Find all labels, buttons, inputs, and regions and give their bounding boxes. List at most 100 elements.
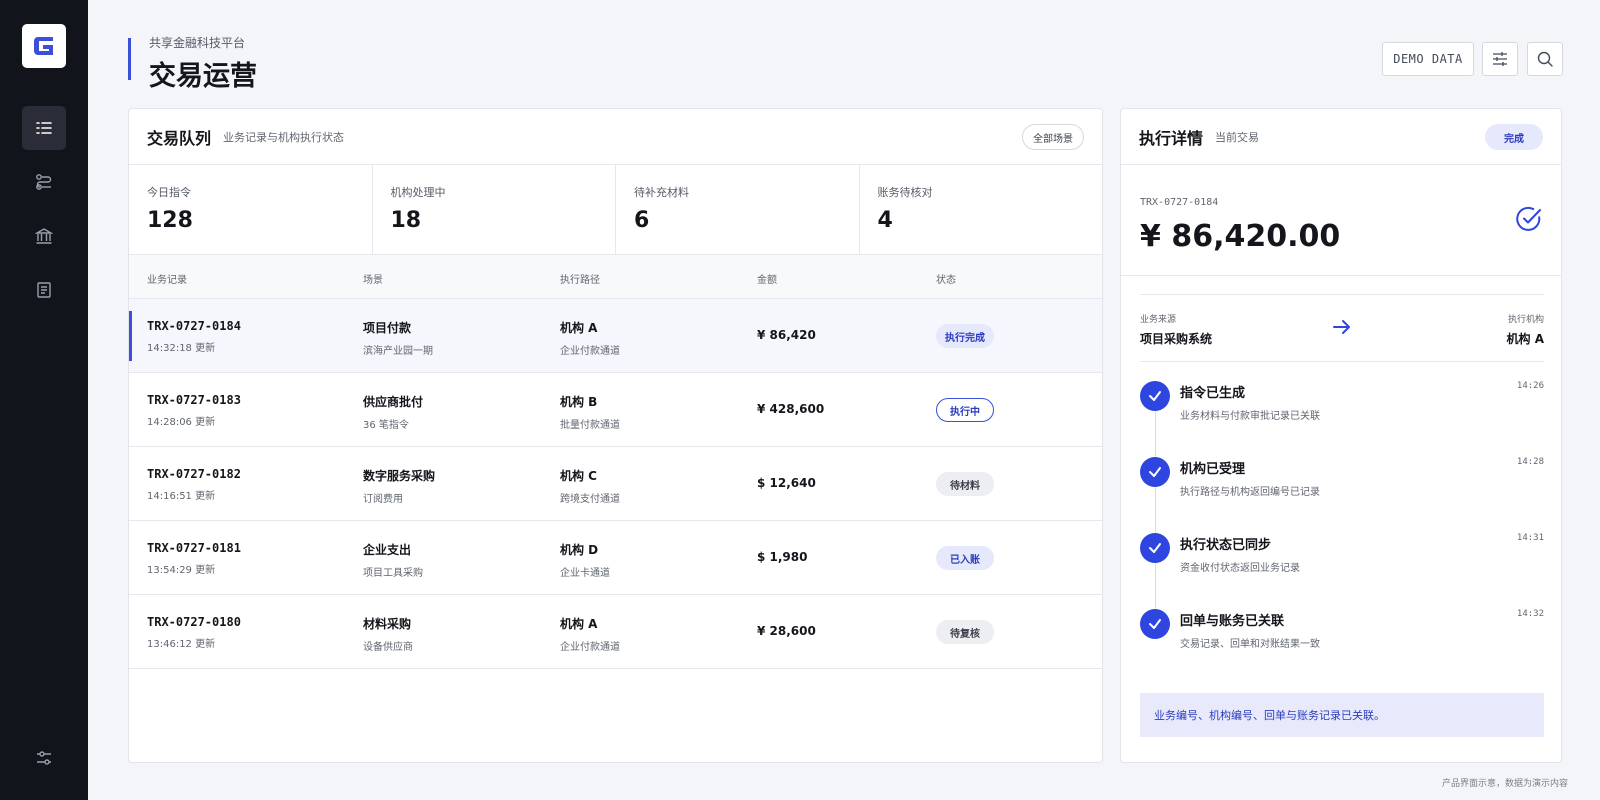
nav-flow[interactable] <box>22 160 66 204</box>
amount: ¥ 28,600 <box>757 624 816 638</box>
column-header-amount[interactable]: 金额 <box>757 271 777 286</box>
step-time: 14:31 <box>1516 533 1544 543</box>
table-row[interactable]: TRX-0727-0182 14:16:51 更新 数字服务采购 订阅费用 机构 C 跨境… <box>129 447 1102 521</box>
detail-subtitle: 当前交易 <box>1215 130 1260 144</box>
amount: $ 1,980 <box>757 550 808 564</box>
stat-processing: 机构处理中 18 <box>373 165 616 254</box>
table-row[interactable]: TRX-0727-0183 14:28:06 更新 供应商批付 36 笔指令 机构 B 批… <box>129 373 1102 447</box>
step-time: 14:26 <box>1516 381 1544 391</box>
status-badge: 待材料 <box>936 472 994 496</box>
list-icon <box>36 122 52 134</box>
queue-subtitle: 业务记录与机构执行状态 <box>223 130 345 144</box>
stat-value: 4 <box>877 208 893 233</box>
detail-title: 执行详情 <box>1139 128 1204 148</box>
transaction-id[interactable]: TRX-0727-0180 <box>147 615 241 629</box>
amount: $ 12,640 <box>757 476 816 490</box>
stat-pending-reconcile: 账务待核对 4 <box>860 165 1103 254</box>
scene-cell: 材料采购 设备供应商 <box>363 615 413 653</box>
scene-detail: 滨海产业园一期 <box>363 346 433 357</box>
logo-mark-icon <box>34 37 53 55</box>
search-button[interactable] <box>1527 42 1563 76</box>
table-row[interactable]: TRX-0727-0180 13:46:12 更新 材料采购 设备供应商 机构 A 企业付… <box>129 595 1102 669</box>
nav-document[interactable] <box>22 268 66 312</box>
transaction-id[interactable]: TRX-0727-0183 <box>147 393 241 407</box>
step-description: 执行路径与机构返回编号已记录 <box>1180 487 1320 498</box>
nav-settings[interactable] <box>22 736 66 780</box>
demo-data-button[interactable]: DEMO DATA <box>1382 42 1474 76</box>
flow-icon <box>36 174 52 190</box>
step-title: 机构已受理 <box>1180 462 1246 477</box>
scene-filter-chip[interactable]: 全部场景 <box>1022 124 1084 150</box>
amount: ¥ 86,420 <box>757 328 816 342</box>
route-cell: 机构 D 企业卡通道 <box>560 541 610 579</box>
route-summary: 业务来源 项目采购系统 执行机构 机构 A <box>1140 294 1544 362</box>
route-institution: 机构 A <box>560 617 598 631</box>
stat-label: 机构处理中 <box>390 186 446 199</box>
timeline-step: 执行状态已同步 资金收付状态返回业务记录 14:31 <box>1140 533 1544 593</box>
stat-label: 账务待核对 <box>877 186 933 199</box>
route-channel: 企业付款通道 <box>560 642 620 653</box>
column-header-status[interactable]: 状态 <box>936 271 956 286</box>
route-cell: 机构 A 企业付款通道 <box>560 615 620 653</box>
stat-label: 待补充材料 <box>634 186 689 199</box>
transaction-id[interactable]: TRX-0727-0182 <box>147 467 241 481</box>
step-description: 交易记录、回单和对账结果一致 <box>1180 639 1320 650</box>
bank-icon <box>35 228 53 244</box>
status-badge: 执行完成 <box>936 324 994 348</box>
record-cell: TRX-0727-0181 13:54:29 更新 <box>147 541 241 576</box>
scene-name: 材料采购 <box>363 617 412 631</box>
stat-value: 18 <box>390 208 422 233</box>
column-header-record[interactable]: 业务记录 <box>147 271 187 286</box>
route-cell: 机构 B 批量付款通道 <box>560 393 620 431</box>
app-logo[interactable] <box>22 24 66 68</box>
scene-cell: 数字服务采购 订阅费用 <box>363 467 435 505</box>
filter-button[interactable] <box>1482 42 1518 76</box>
settings-sliders-icon <box>37 751 51 765</box>
updated-time: 14:16:51 更新 <box>147 491 216 502</box>
scene-name: 供应商批付 <box>363 395 424 409</box>
check-icon <box>1140 381 1170 411</box>
nav-bank[interactable] <box>22 214 66 258</box>
record-cell: TRX-0727-0182 14:16:51 更新 <box>147 467 241 502</box>
column-header-scene[interactable]: 场景 <box>363 271 383 286</box>
table-row[interactable]: TRX-0727-0181 13:54:29 更新 企业支出 项目工具采购 机构 D 企业… <box>129 521 1102 595</box>
nav-list[interactable] <box>22 106 66 150</box>
updated-time: 13:46:12 更新 <box>147 639 216 650</box>
table-row[interactable]: TRX-0727-0184 14:32:18 更新 项目付款 滨海产业园一期 机构 A 企… <box>129 299 1102 373</box>
timeline-step: 机构已受理 执行路径与机构返回编号已记录 14:28 <box>1140 457 1544 517</box>
executor-value: 机构 A <box>1506 332 1544 346</box>
stat-pending-materials: 待补充材料 6 <box>616 165 860 254</box>
sliders-icon <box>1493 52 1507 66</box>
route-institution: 机构 D <box>560 543 599 557</box>
scene-name: 项目付款 <box>363 321 412 335</box>
scene-detail: 36 笔指令 <box>363 420 409 431</box>
column-header-route[interactable]: 执行路径 <box>560 271 600 286</box>
source-value: 项目采购系统 <box>1140 332 1213 346</box>
amount: ¥ 428,600 <box>757 402 825 416</box>
scene-cell: 企业支出 项目工具采购 <box>363 541 423 579</box>
document-icon <box>37 282 51 298</box>
check-icon <box>1140 457 1170 487</box>
step-title: 回单与账务已关联 <box>1180 614 1285 629</box>
timeline-step: 回单与账务已关联 交易记录、回单和对账结果一致 14:32 <box>1140 609 1544 669</box>
detail-amount: ¥ 86,420.00 <box>1140 219 1341 254</box>
detail-header: 执行详情 当前交易 完成 <box>1121 109 1561 165</box>
timeline-step: 指令已生成 业务材料与付款审批记录已关联 14:26 <box>1140 381 1544 441</box>
record-cell: TRX-0727-0183 14:28:06 更新 <box>147 393 241 428</box>
footer-disclaimer: 产品界面示意，数据为演示内容 <box>1441 779 1568 789</box>
source-label: 业务来源 <box>1140 315 1177 325</box>
scene-name: 企业支出 <box>363 543 412 557</box>
status-badge: 执行中 <box>936 398 994 422</box>
record-cell: TRX-0727-0184 14:32:18 更新 <box>147 319 241 354</box>
transaction-id[interactable]: TRX-0727-0184 <box>147 319 241 333</box>
transaction-id[interactable]: TRX-0727-0181 <box>147 541 241 555</box>
search-icon <box>1537 51 1553 67</box>
header-accent-bar <box>128 38 131 80</box>
page-subtitle: 共享金融科技平台 <box>149 36 246 50</box>
scene-cell: 供应商批付 36 笔指令 <box>363 393 423 431</box>
queue-header: 交易队列 业务记录与机构执行状态 全部场景 <box>129 109 1102 165</box>
detail-status-badge: 完成 <box>1485 124 1543 150</box>
transaction-queue-panel: 交易队列 业务记录与机构执行状态 全部场景 今日指令 128 机构处理中 18 … <box>128 108 1103 763</box>
route-channel: 批量付款通道 <box>560 420 620 431</box>
check-icon <box>1140 533 1170 563</box>
